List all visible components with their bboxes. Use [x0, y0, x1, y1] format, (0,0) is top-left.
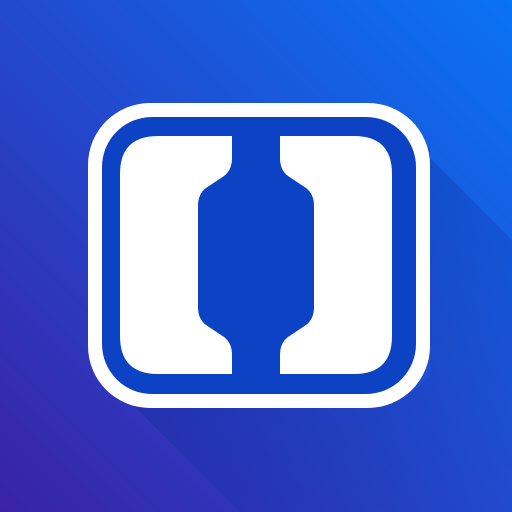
app-logo-icon: [0, 0, 512, 512]
app-icon-tile: [0, 0, 512, 512]
